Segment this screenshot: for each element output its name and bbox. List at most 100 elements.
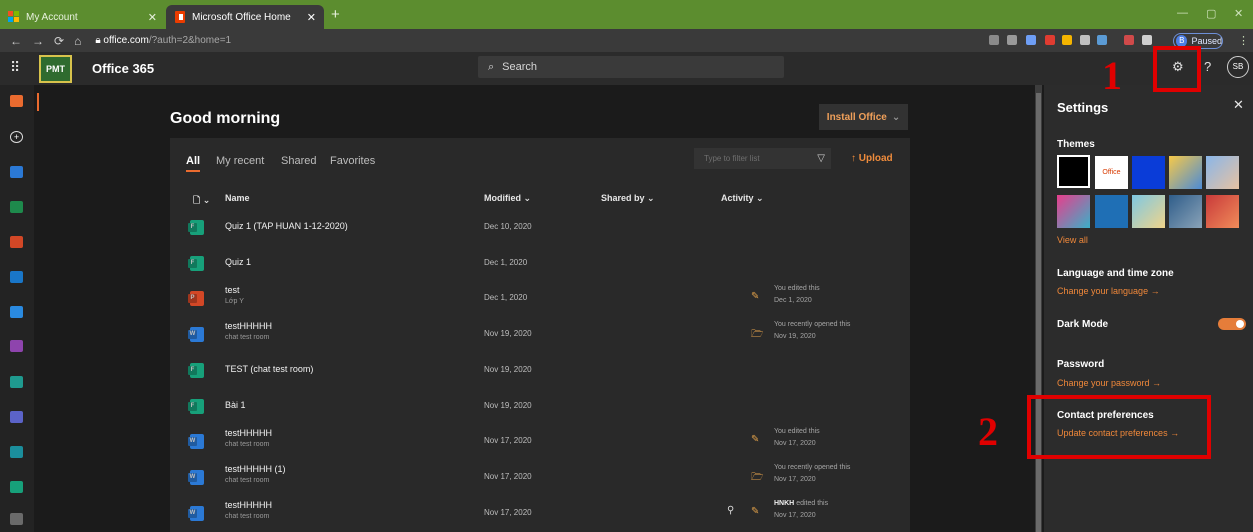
change-language-link[interactable]: Change your language → xyxy=(1057,286,1160,296)
file-type-column-icon[interactable]: 🗋︎ ⌄ xyxy=(193,193,210,209)
sway-icon[interactable] xyxy=(10,446,23,458)
table-row[interactable]: Ptest Lớp Y Dec 1, 2020 ✎ You edited this Dec… xyxy=(186,281,906,317)
zoom-extension-icon[interactable] xyxy=(989,35,999,45)
scrollbar[interactable] xyxy=(1035,85,1042,532)
table-row[interactable]: F Quiz 1 (TAP HUAN 1-12-2020) Dec 10, 2020 xyxy=(186,210,906,246)
table-row[interactable]: F TEST (chat test room) Nov 19, 2020 xyxy=(186,353,906,389)
change-password-link[interactable]: Change your password → xyxy=(1057,378,1161,388)
app-name[interactable]: Office 365 xyxy=(92,61,154,76)
view-all-themes-link[interactable]: View all xyxy=(1057,235,1088,245)
outlook-icon[interactable] xyxy=(10,271,23,283)
home-icon[interactable]: ⌂ xyxy=(74,34,81,48)
bookmark-star-icon[interactable] xyxy=(1026,35,1036,45)
activity-person: HNKH xyxy=(774,499,795,507)
file-name[interactable]: test xyxy=(225,285,240,295)
dark-mode-toggle[interactable] xyxy=(1218,318,1246,330)
settings-pane xyxy=(1044,85,1253,532)
drive-extension-icon[interactable] xyxy=(1062,35,1072,45)
teams-icon[interactable] xyxy=(10,411,23,423)
theme-blue[interactable] xyxy=(1132,156,1165,189)
window-close-icon[interactable]: ✕ xyxy=(1234,7,1243,20)
install-office-button[interactable]: Install Office ⌄ xyxy=(819,104,908,130)
file-name[interactable]: Quiz 1 (TAP HUAN 1-12-2020) xyxy=(225,221,348,231)
file-name[interactable]: Bài 1 xyxy=(225,400,246,410)
reload-icon[interactable]: ⟳ xyxy=(54,34,64,48)
tab-shared[interactable]: Shared xyxy=(281,155,316,167)
column-name[interactable]: Name xyxy=(225,193,250,203)
puzzle-extensions-icon[interactable] xyxy=(1142,35,1152,45)
onedrive-icon[interactable] xyxy=(10,306,23,318)
table-row[interactable]: F Bài 1 Nov 19, 2020 xyxy=(186,389,906,425)
url-field[interactable]: 🔒︎ office.com/?auth=2&home=1 xyxy=(95,35,231,46)
file-name[interactable]: testHHHHH xyxy=(225,500,272,510)
filter-input[interactable]: Type to filter list ▽ xyxy=(694,148,831,169)
file-name[interactable]: testHHHHH xyxy=(225,428,272,438)
upload-button[interactable]: ↑ Upload xyxy=(851,153,893,164)
file-name[interactable]: testHHHHH xyxy=(225,321,272,331)
file-name[interactable]: TEST (chat test room) xyxy=(225,364,313,374)
home-app-icon[interactable] xyxy=(10,95,23,107)
back-icon[interactable]: ← xyxy=(10,34,22,48)
activity-text: You recently opened this xyxy=(774,464,850,471)
browser-menu-icon[interactable]: ⋮ xyxy=(1238,34,1249,47)
table-row[interactable]: F Quiz 1 Dec 1, 2020 xyxy=(186,246,906,282)
excel-icon[interactable] xyxy=(10,201,23,213)
onenote-icon[interactable] xyxy=(10,340,23,352)
forward-icon[interactable]: → xyxy=(32,34,44,48)
file-modified-date: Nov 19, 2020 xyxy=(484,329,532,339)
theme-black[interactable] xyxy=(1057,155,1090,188)
table-row[interactable]: WtestHHHHH chat test room Nov 17, 2020 ✎ You… xyxy=(186,424,906,460)
forms-icon[interactable] xyxy=(10,481,23,493)
theme-abstract[interactable] xyxy=(1057,195,1090,228)
column-activity-label: Activity xyxy=(721,193,754,203)
theme-sunset[interactable] xyxy=(1206,195,1239,228)
close-icon[interactable]: ✕ xyxy=(307,11,316,24)
create-icon[interactable]: + xyxy=(10,131,23,143)
word-icon[interactable] xyxy=(10,166,23,178)
extension-icon[interactable] xyxy=(1080,35,1090,45)
avatar[interactable]: SB xyxy=(1227,56,1249,78)
column-activity[interactable]: Activity ⌄ xyxy=(721,193,764,204)
filter-funnel-icon[interactable]: ▽ xyxy=(817,153,825,164)
tab-office-home[interactable]: Microsoft Office Home ✕ xyxy=(166,5,324,29)
theme-beach[interactable] xyxy=(1132,195,1165,228)
new-tab-button[interactable]: + xyxy=(331,6,340,23)
help-icon[interactable]: ? xyxy=(1204,59,1211,74)
file-name[interactable]: Quiz 1 xyxy=(225,257,251,267)
close-icon[interactable]: ✕ xyxy=(148,11,157,24)
sharepoint-icon[interactable] xyxy=(10,376,23,388)
table-row[interactable]: WtestHHHHH (1) chat test room Nov 17, 2020… xyxy=(186,460,906,496)
column-shared-by[interactable]: Shared by ⌄ xyxy=(601,193,655,204)
activity-description: edited this xyxy=(796,499,829,507)
extension-icon[interactable] xyxy=(1097,35,1107,45)
maximize-icon[interactable]: ▢ xyxy=(1206,7,1216,20)
tab-favorites[interactable]: Favorites xyxy=(330,155,375,167)
app-launcher-icon[interactable]: ⠿ xyxy=(10,59,20,76)
theme-circuit[interactable] xyxy=(1095,195,1128,228)
file-location: chat test room xyxy=(225,441,270,449)
translate-extension-icon[interactable] xyxy=(1007,35,1017,45)
theme-waves[interactable] xyxy=(1206,156,1239,189)
file-modified-date: Nov 19, 2020 xyxy=(484,364,532,374)
theme-mountain[interactable] xyxy=(1169,195,1202,228)
theme-landscape[interactable] xyxy=(1169,156,1202,189)
tab-all[interactable]: All xyxy=(186,155,200,167)
install-label: Install Office xyxy=(826,111,887,123)
file-name[interactable]: testHHHHH (1) xyxy=(225,464,286,474)
table-row[interactable]: WtestHHHHH chat test room Nov 17, 2020 ⚲ ✎ HN… xyxy=(186,496,906,532)
column-modified[interactable]: Modified ⌄ xyxy=(484,193,531,204)
extension-icon[interactable] xyxy=(1124,35,1134,45)
scrollbar-thumb[interactable] xyxy=(1036,93,1041,532)
tab-my-recent[interactable]: My recent xyxy=(216,155,264,167)
tab-my-account[interactable]: My Account ✕ xyxy=(0,5,165,29)
theme-office[interactable]: Office xyxy=(1095,156,1128,189)
extension-icon[interactable] xyxy=(1045,35,1055,45)
search-input[interactable]: ⌕ Search xyxy=(478,56,784,78)
all-apps-icon[interactable] xyxy=(10,513,23,525)
org-logo[interactable]: PMT xyxy=(39,55,72,83)
file-location: chat test room xyxy=(225,334,270,342)
powerpoint-icon[interactable] xyxy=(10,236,23,248)
close-icon[interactable]: ✕ xyxy=(1233,97,1244,113)
minimize-icon[interactable]: — xyxy=(1177,7,1188,19)
table-row[interactable]: WtestHHHHH chat test room Nov 19, 2020 🗁︎ Yo… xyxy=(186,317,906,353)
